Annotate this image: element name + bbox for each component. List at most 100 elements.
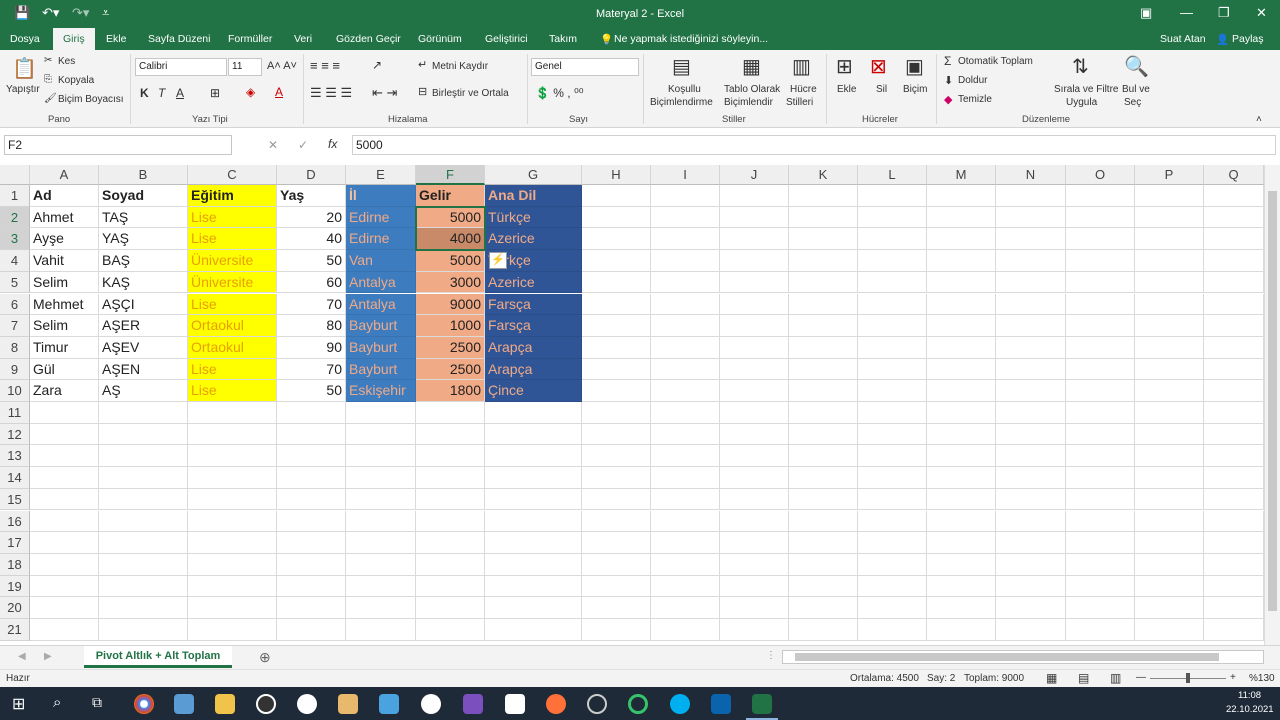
close-icon[interactable]: ✕ bbox=[1256, 5, 1267, 21]
github-icon[interactable] bbox=[421, 694, 441, 714]
find-select-icon[interactable]: 🔍 bbox=[1124, 54, 1149, 79]
cell-D9[interactable]: 70 bbox=[277, 358, 346, 381]
number-format-select[interactable]: Genel bbox=[531, 58, 639, 76]
cell-M19[interactable] bbox=[927, 575, 996, 598]
cell-A19[interactable] bbox=[30, 575, 99, 598]
bold-icon[interactable]: K bbox=[140, 86, 149, 100]
cell-F11[interactable] bbox=[416, 402, 485, 424]
cell-K20[interactable] bbox=[789, 597, 858, 619]
cell-I16[interactable] bbox=[651, 510, 720, 533]
cell-N1[interactable] bbox=[996, 185, 1066, 207]
cell-K19[interactable] bbox=[789, 575, 858, 598]
cell-H2[interactable] bbox=[582, 206, 651, 229]
cell-C15[interactable] bbox=[188, 488, 277, 511]
cell-O18[interactable] bbox=[1066, 553, 1135, 576]
cell-P6[interactable] bbox=[1135, 293, 1204, 316]
cell-H3[interactable] bbox=[582, 228, 651, 251]
quick-analysis-icon[interactable]: ⚡ bbox=[489, 252, 507, 270]
cell-C12[interactable] bbox=[188, 423, 277, 446]
cell-M1[interactable] bbox=[927, 185, 996, 207]
tab-data[interactable]: Veri bbox=[294, 33, 312, 45]
cell-G13[interactable] bbox=[485, 445, 582, 468]
zoom-slider-thumb[interactable] bbox=[1186, 673, 1190, 683]
cell-H10[interactable] bbox=[582, 380, 651, 402]
cell-C10[interactable]: Lise bbox=[188, 380, 277, 402]
next-sheet-icon[interactable]: ▶ bbox=[44, 651, 52, 662]
cell-O8[interactable] bbox=[1066, 336, 1135, 359]
cell-G6[interactable]: Farsça bbox=[485, 293, 582, 316]
align-left-icon[interactable]: ☰ ☰ ☰ bbox=[310, 85, 352, 101]
conditional-format-label-1[interactable]: Koşullu bbox=[668, 84, 701, 95]
cell-J16[interactable] bbox=[720, 510, 789, 533]
column-header-D[interactable]: D bbox=[277, 165, 346, 185]
cell-L17[interactable] bbox=[858, 532, 927, 554]
cell-D4[interactable]: 50 bbox=[277, 250, 346, 272]
cell-E20[interactable] bbox=[346, 597, 416, 619]
cell-A13[interactable] bbox=[30, 445, 99, 468]
cell-A2[interactable]: Ahmet bbox=[30, 206, 99, 229]
cell-A10[interactable]: Zara bbox=[30, 380, 99, 402]
cell-G18[interactable] bbox=[485, 553, 582, 576]
select-all-corner[interactable] bbox=[0, 165, 30, 185]
cell-L11[interactable] bbox=[858, 402, 927, 424]
cell-A15[interactable] bbox=[30, 488, 99, 511]
cell-C3[interactable]: Lise bbox=[188, 228, 277, 251]
cell-E7[interactable]: Bayburt bbox=[346, 315, 416, 337]
row-header-1[interactable]: 1 bbox=[0, 185, 30, 207]
cell-L12[interactable] bbox=[858, 423, 927, 446]
cell-Q15[interactable] bbox=[1204, 488, 1264, 511]
cell-P1[interactable] bbox=[1135, 185, 1204, 207]
indent-icon[interactable]: ⇤ ⇥ bbox=[372, 85, 397, 101]
paste-icon[interactable]: 📋 bbox=[12, 56, 37, 81]
wrap-text-button[interactable]: Metni Kaydır bbox=[432, 61, 488, 72]
column-header-O[interactable]: O bbox=[1066, 165, 1135, 185]
font-color-icon[interactable]: A bbox=[275, 85, 283, 99]
cell-O16[interactable] bbox=[1066, 510, 1135, 533]
cell-F21[interactable] bbox=[416, 619, 485, 641]
cell-F15[interactable] bbox=[416, 488, 485, 511]
ribbon-display-icon[interactable]: ▣ bbox=[1140, 5, 1152, 21]
cell-L10[interactable] bbox=[858, 380, 927, 402]
row-header-12[interactable]: 12 bbox=[0, 423, 30, 446]
tab-file[interactable]: Dosya bbox=[10, 33, 40, 45]
cell-H1[interactable] bbox=[582, 185, 651, 207]
autosum-icon[interactable]: Σ bbox=[944, 54, 951, 68]
cell-G1[interactable]: Ana Dil bbox=[485, 185, 582, 207]
cell-H17[interactable] bbox=[582, 532, 651, 554]
file-explorer-icon[interactable] bbox=[215, 694, 235, 714]
cell-E19[interactable] bbox=[346, 575, 416, 598]
cell-H13[interactable] bbox=[582, 445, 651, 468]
row-header-15[interactable]: 15 bbox=[0, 488, 30, 511]
cell-E8[interactable]: Bayburt bbox=[346, 336, 416, 359]
cell-F5[interactable]: 3000 bbox=[416, 271, 485, 294]
cell-L15[interactable] bbox=[858, 488, 927, 511]
app-blue-icon[interactable] bbox=[379, 694, 399, 714]
cell-P3[interactable] bbox=[1135, 228, 1204, 251]
cell-O13[interactable] bbox=[1066, 445, 1135, 468]
cell-styles-label-1[interactable]: Hücre bbox=[790, 84, 817, 95]
cell-E6[interactable]: Antalya bbox=[346, 293, 416, 316]
cell-H20[interactable] bbox=[582, 597, 651, 619]
cell-A20[interactable] bbox=[30, 597, 99, 619]
cell-D10[interactable]: 50 bbox=[277, 380, 346, 402]
underline-icon[interactable]: A bbox=[176, 86, 184, 100]
cell-M13[interactable] bbox=[927, 445, 996, 468]
cell-K21[interactable] bbox=[789, 619, 858, 641]
cell-B7[interactable]: AŞER bbox=[99, 315, 188, 337]
cell-N9[interactable] bbox=[996, 358, 1066, 381]
cell-F6[interactable]: 9000 bbox=[416, 293, 485, 316]
cell-J3[interactable] bbox=[720, 228, 789, 251]
cell-P5[interactable] bbox=[1135, 271, 1204, 294]
cell-K15[interactable] bbox=[789, 488, 858, 511]
cell-Q6[interactable] bbox=[1204, 293, 1264, 316]
cell-O2[interactable] bbox=[1066, 206, 1135, 229]
cell-B18[interactable] bbox=[99, 553, 188, 576]
cell-H6[interactable] bbox=[582, 293, 651, 316]
cell-O14[interactable] bbox=[1066, 467, 1135, 489]
cell-K9[interactable] bbox=[789, 358, 858, 381]
cell-L5[interactable] bbox=[858, 271, 927, 294]
cell-K12[interactable] bbox=[789, 423, 858, 446]
format-table-label-1[interactable]: Tablo Olarak bbox=[724, 84, 780, 95]
cell-F14[interactable] bbox=[416, 467, 485, 489]
cell-B17[interactable] bbox=[99, 532, 188, 554]
